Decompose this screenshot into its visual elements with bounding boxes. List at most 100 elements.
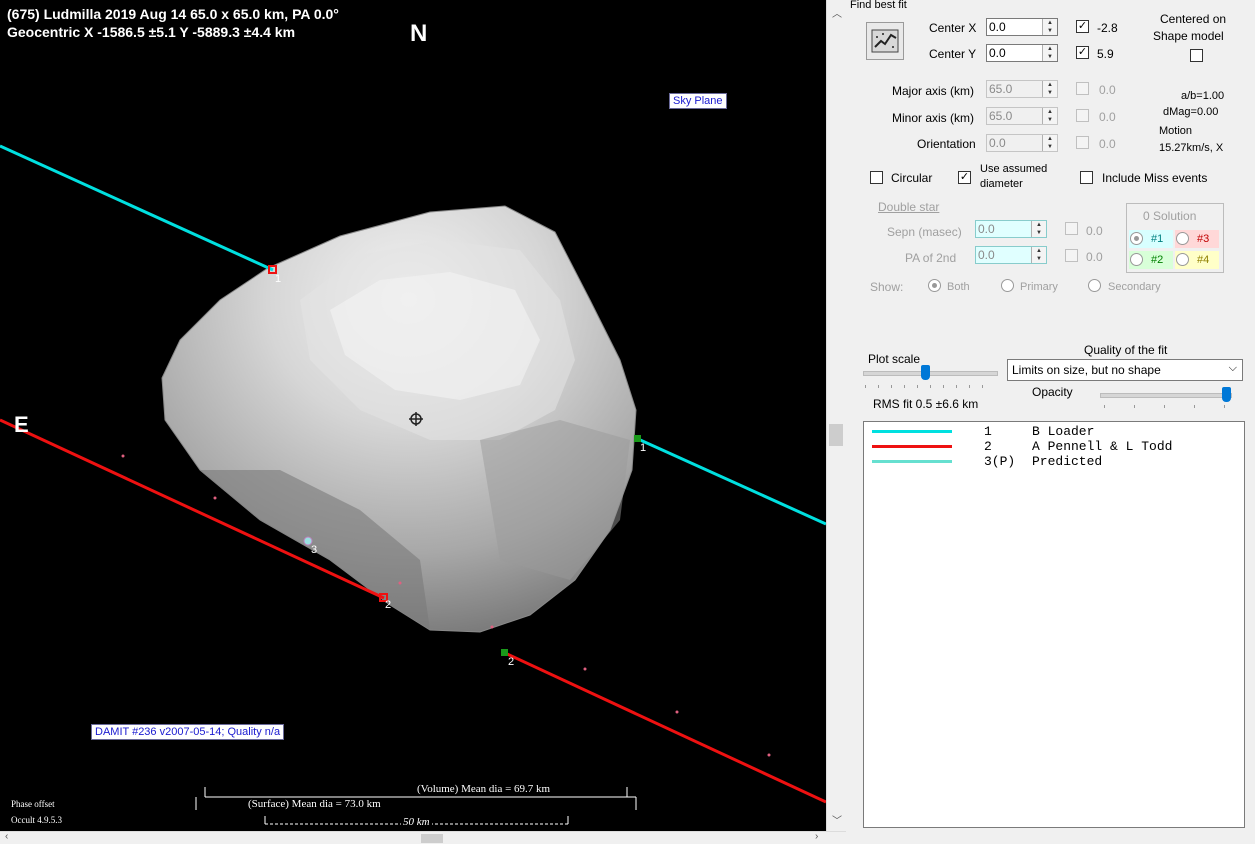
horizontal-scrollbar[interactable]: ‹ ›: [0, 831, 846, 844]
major-axis-checkbox[interactable]: [1076, 82, 1089, 95]
center-y-fit-value: 5.9: [1097, 47, 1114, 61]
east-label: E: [14, 412, 29, 437]
chord-1-line-east: [637, 437, 826, 526]
sky-plane-tag: Sky Plane: [669, 93, 727, 109]
plot-canvas: [0, 144, 826, 825]
major-axis-input[interactable]: 65.0 ▲ ▼: [986, 80, 1058, 98]
center-x-checkbox[interactable]: ✓: [1076, 20, 1089, 33]
show-label: Show:: [870, 280, 904, 294]
north-label: N: [410, 20, 428, 47]
legend-name-2: A Pennell & L Todd: [1032, 439, 1173, 454]
center-x-fit-value: -2.8: [1097, 21, 1118, 35]
show-secondary-label: Secondary: [1108, 281, 1161, 293]
show-secondary-radio[interactable]: [1088, 279, 1101, 292]
opacity-slider[interactable]: [1222, 387, 1231, 402]
scroll-left-icon[interactable]: ‹: [5, 831, 8, 842]
surface-diameter: (Surface) Mean dia = 73.0 km: [248, 798, 381, 810]
sepn-fit-value: 0.0: [1086, 224, 1103, 238]
chord-label: 2: [385, 599, 392, 611]
scroll-right-icon[interactable]: ›: [815, 831, 818, 842]
vertical-scrollbar[interactable]: ︿ ﹀: [826, 0, 847, 831]
sepn-checkbox[interactable]: [1065, 222, 1078, 235]
chord-label: 2: [508, 656, 515, 668]
pa2-checkbox[interactable]: [1065, 249, 1078, 262]
quality-title: Quality of the fit: [1084, 343, 1168, 357]
circular-checkbox[interactable]: [870, 171, 883, 184]
phase-offset: Phase offset: [11, 799, 55, 809]
plot-scale-track[interactable]: [863, 371, 998, 376]
scale-bar-label: 50 km: [401, 816, 432, 828]
fit-control-panel: Find best fit Center X 0.0 ▲ ▼ ✓ -2.8 Cen…: [846, 0, 1255, 843]
center-y-label: Center Y: [929, 47, 977, 61]
minor-axis-checkbox[interactable]: [1076, 109, 1089, 122]
scroll-up-icon[interactable]: ︿: [832, 5, 842, 20]
centered-on-label: Centered on: [1160, 12, 1227, 26]
show-both-label: Both: [947, 281, 970, 293]
legend-num-1: 1: [984, 424, 992, 439]
include-miss-label: Include Miss events: [1102, 171, 1208, 185]
solution-4-option[interactable]: #4: [1175, 251, 1219, 269]
orientation-fit-value: 0.0: [1099, 137, 1116, 151]
volume-diameter: (Volume) Mean dia = 69.7 km: [417, 783, 551, 795]
scroll-thumb[interactable]: [829, 424, 843, 446]
damit-label: DAMIT #236 v2007-05-14; Quality n/a: [91, 724, 285, 740]
use-assumed-diameter-checkbox[interactable]: ✓: [958, 171, 971, 184]
solution-2-option[interactable]: #2: [1129, 251, 1173, 269]
solution-3-option[interactable]: #3: [1175, 230, 1219, 248]
ab-ratio: a/b=1.00: [1181, 90, 1225, 102]
legend-name-1: B Loader: [1032, 424, 1095, 439]
orientation-checkbox[interactable]: [1076, 136, 1089, 149]
shape-model-label: Shape model: [1153, 29, 1224, 43]
chord-label: 3: [311, 544, 318, 556]
observer-legend[interactable]: 1 B Loader 2 A Pennell & L Todd 3(P) Pre…: [863, 421, 1245, 828]
show-both-radio[interactable]: [928, 279, 941, 292]
legend-num-3: 3(P): [984, 454, 1016, 469]
orientation-input[interactable]: 0.0 ▲ ▼: [986, 134, 1058, 152]
sepn-input[interactable]: 0.0 ▲ ▼: [975, 220, 1047, 238]
orientation-label: Orientation: [917, 137, 976, 151]
find-best-fit-label: Find best fit: [850, 0, 907, 11]
legend-line-2: [872, 445, 952, 448]
opacity-track[interactable]: [1100, 393, 1232, 398]
plot-scale-slider[interactable]: [921, 365, 930, 380]
minor-axis-input[interactable]: 65.0 ▲ ▼: [986, 107, 1058, 125]
quality-select[interactable]: Limits on size, but no shape ⌵: [1007, 359, 1243, 381]
find-best-fit-button[interactable]: [866, 22, 904, 60]
pa2-input[interactable]: 0.0 ▲ ▼: [975, 246, 1047, 264]
chord-label: 1: [640, 442, 647, 454]
legend-num-2: 2: [984, 439, 992, 454]
sepn-label: Sepn (masec): [887, 225, 962, 239]
chord-1-line-west: [0, 144, 274, 272]
double-star-label[interactable]: Double star: [878, 200, 939, 214]
plot-title-line1: (675) Ludmilla 2019 Aug 14 65.0 x 65.0 k…: [7, 6, 339, 22]
scroll-thumb[interactable]: [421, 834, 443, 843]
use-assumed-label: Use assumed: [980, 163, 1048, 175]
solution-1-option[interactable]: #1: [1129, 230, 1173, 248]
circular-label: Circular: [891, 171, 933, 185]
motion-value: 15.27km/s, X: [1159, 142, 1224, 154]
opacity-ticks: [1104, 405, 1229, 408]
sky-plane-plot[interactable]: (675) Ludmilla 2019 Aug 14 65.0 x 65.0 k…: [0, 0, 826, 831]
centered-on-shape-checkbox[interactable]: [1190, 49, 1203, 62]
minor-axis-fit-value: 0.0: [1099, 110, 1116, 124]
chord-label: 1: [275, 273, 282, 285]
center-y-checkbox[interactable]: ✓: [1076, 46, 1089, 59]
show-primary-radio[interactable]: [1001, 279, 1014, 292]
center-x-input[interactable]: 0.0 ▲ ▼: [986, 18, 1058, 36]
plot-scale-label: Plot scale: [868, 352, 921, 366]
scroll-down-icon[interactable]: ﹀: [832, 812, 842, 827]
legend-line-1: [872, 430, 952, 433]
include-miss-checkbox[interactable]: [1080, 171, 1093, 184]
plot-title-line2: Geocentric X -1586.5 ±5.1 Y -5889.3 ±4.4…: [7, 24, 296, 40]
center-x-label: Center X: [929, 21, 977, 35]
show-primary-label: Primary: [1020, 281, 1058, 293]
center-y-input[interactable]: 0.0 ▲ ▼: [986, 44, 1058, 62]
minor-axis-label: Minor axis (km): [892, 111, 975, 125]
major-axis-fit-value: 0.0: [1099, 83, 1116, 97]
solution-group: 0 Solution #1 #3 #2 #4: [1126, 203, 1224, 273]
major-axis-label: Major axis (km): [892, 84, 975, 98]
legend-name-3: Predicted: [1032, 454, 1103, 469]
pa2-label: PA of 2nd: [905, 251, 957, 265]
plot-scale-ticks: [865, 385, 995, 388]
diameter-label: diameter: [980, 178, 1023, 190]
